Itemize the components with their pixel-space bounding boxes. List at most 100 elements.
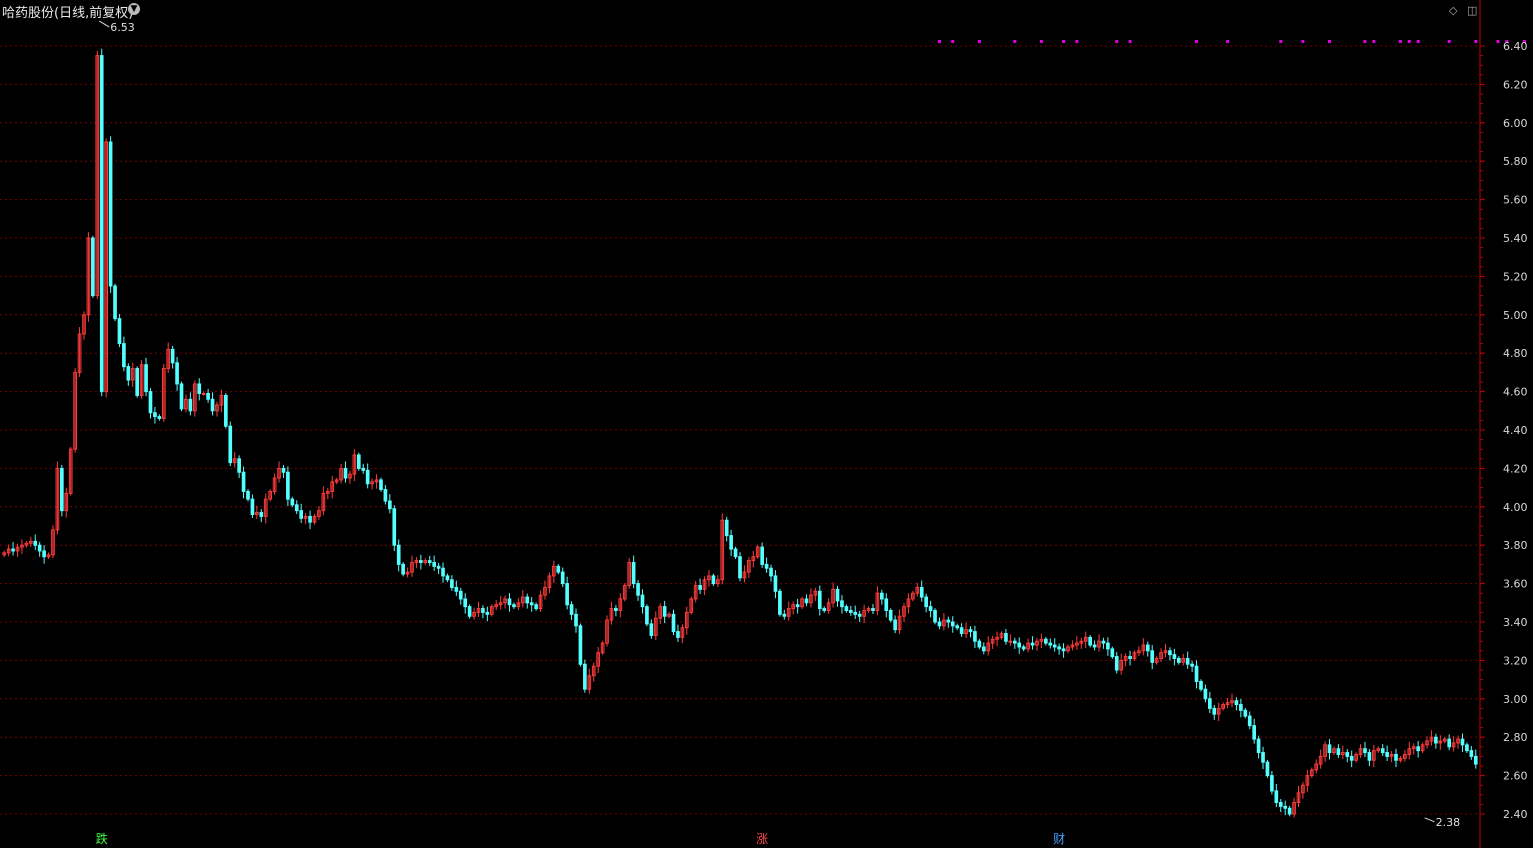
candle-body[interactable] (631, 561, 636, 585)
candle-body[interactable] (773, 575, 778, 592)
candle-body[interactable] (782, 613, 787, 617)
candle-body[interactable] (210, 398, 215, 412)
candle-body[interactable] (1106, 642, 1110, 650)
candle-body[interactable] (454, 586, 459, 592)
candle-body[interactable] (1234, 700, 1239, 706)
candle-body[interactable] (246, 490, 250, 500)
candle-body[interactable] (959, 627, 964, 635)
candle-body[interactable] (1265, 761, 1270, 777)
candle-body[interactable] (1052, 644, 1057, 648)
candle-body[interactable] (126, 366, 131, 381)
candle-body[interactable] (108, 141, 113, 287)
candle-body[interactable] (933, 609, 937, 623)
candle-body[interactable] (224, 394, 228, 427)
candle-body[interactable] (1128, 656, 1132, 659)
candle-body[interactable] (11, 548, 15, 552)
candle-body[interactable] (1190, 663, 1194, 667)
candle-body[interactable] (640, 594, 645, 608)
candle-body[interactable] (1336, 748, 1341, 755)
candle-body[interactable] (436, 565, 441, 569)
candle-body[interactable] (1172, 654, 1177, 659)
candle-body[interactable] (884, 598, 889, 611)
candle-body[interactable] (662, 606, 667, 617)
candle-body[interactable] (880, 592, 884, 600)
candle-body[interactable] (671, 613, 676, 633)
marker-down[interactable]: 跌 (96, 831, 108, 846)
candle-body[interactable] (698, 585, 702, 590)
candle-body[interactable] (950, 621, 955, 627)
candle-body[interactable] (711, 575, 716, 585)
candle-body[interactable] (1274, 790, 1279, 803)
candle-body[interactable] (450, 579, 454, 588)
candle-body[interactable] (525, 596, 530, 604)
candle-body[interactable] (529, 602, 534, 606)
candle-body[interactable] (308, 515, 312, 523)
candle-body[interactable] (299, 510, 304, 519)
candle-body[interactable] (853, 611, 858, 615)
candle-body[interactable] (1194, 665, 1199, 683)
candle-body[interactable] (1008, 640, 1013, 643)
candle-body[interactable] (795, 604, 800, 608)
candle-body[interactable] (769, 567, 773, 577)
candle-body[interactable] (848, 609, 853, 613)
candle-body[interactable] (1447, 738, 1452, 748)
candle-body[interactable] (33, 540, 38, 546)
candle-body[interactable] (153, 412, 157, 418)
candle-body[interactable] (99, 55, 104, 393)
candle-body[interactable] (1114, 656, 1119, 671)
candle-body[interactable] (645, 606, 649, 625)
candle-body[interactable] (1199, 681, 1203, 690)
candle-body[interactable] (977, 640, 982, 648)
candle-body[interactable] (1243, 709, 1248, 717)
candle-body[interactable] (467, 606, 472, 617)
candle-body[interactable] (250, 498, 255, 515)
candle-body[interactable] (817, 590, 822, 610)
candle-body[interactable] (113, 285, 117, 320)
candle-body[interactable] (383, 489, 388, 502)
candle-body[interactable] (919, 586, 924, 598)
candle-body[interactable] (1208, 698, 1212, 709)
marker-fin[interactable]: 财 (1053, 832, 1065, 846)
candle-body[interactable] (485, 611, 490, 615)
candle-body[interactable] (840, 600, 844, 608)
candle-body[interactable] (259, 512, 264, 517)
candle-body[interactable] (197, 383, 202, 395)
candle-body[interactable] (396, 544, 401, 565)
candle-body[interactable] (281, 467, 286, 473)
candle-body[interactable] (1367, 752, 1372, 761)
candle-body[interactable] (1394, 753, 1398, 761)
candle-body[interactable] (228, 425, 233, 464)
candle-body[interactable] (179, 383, 184, 410)
candle-body[interactable] (188, 398, 193, 412)
candle-body[interactable] (556, 565, 561, 573)
candle-body[interactable] (388, 500, 392, 510)
candle-body[interactable] (170, 348, 175, 364)
candle-body[interactable] (1287, 807, 1292, 815)
candle-body[interactable] (356, 454, 361, 469)
candle-body[interactable] (1203, 688, 1208, 700)
candle-body[interactable] (419, 560, 423, 563)
candle-body[interactable] (1460, 738, 1465, 746)
candle-body[interactable] (981, 646, 986, 652)
candle-body[interactable] (574, 613, 578, 627)
candle-body[interactable] (361, 467, 366, 471)
candle-body[interactable] (560, 571, 565, 585)
candle-body[interactable] (1256, 738, 1261, 754)
candle-body[interactable] (1012, 640, 1017, 644)
candle-body[interactable] (432, 561, 436, 567)
candle-body[interactable] (241, 471, 246, 492)
candle-body[interactable] (928, 606, 933, 611)
candle-body[interactable] (1212, 707, 1217, 715)
candle-body[interactable] (764, 563, 769, 569)
candle-body[interactable] (729, 535, 733, 550)
candle-body[interactable] (844, 606, 849, 611)
candle-body[interactable] (1278, 801, 1283, 807)
candle-body[interactable] (201, 393, 206, 396)
candle-body[interactable] (946, 619, 951, 623)
candle-body[interactable] (1239, 704, 1243, 711)
candle-body[interactable] (237, 458, 241, 473)
candle-body[interactable] (724, 519, 729, 537)
candle-body[interactable] (565, 583, 569, 606)
candle-body[interactable] (955, 625, 960, 629)
candle-body[interactable] (42, 550, 46, 558)
